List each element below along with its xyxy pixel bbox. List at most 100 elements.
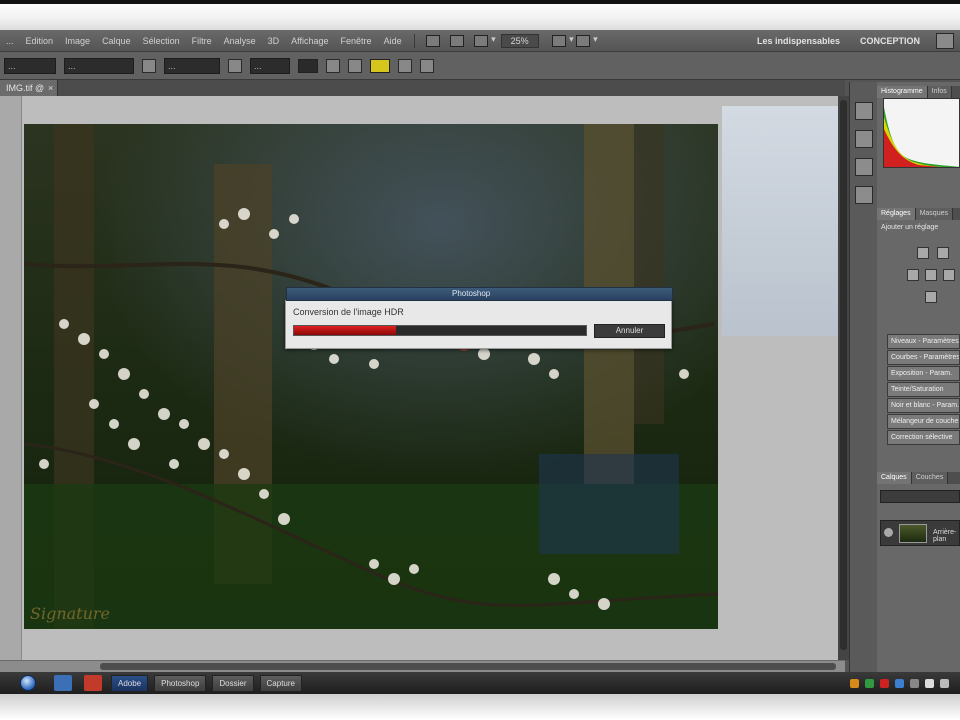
preset-item-curves[interactable]: Courbes - Paramètres [887,350,960,365]
font-size-field[interactable]: ... [164,57,220,74]
tray-icon[interactable] [910,678,919,688]
curves-icon[interactable] [907,269,919,281]
taskbar-task-second[interactable]: Photoshop [154,674,207,692]
menu-item-edit[interactable]: Edition [20,36,60,46]
vibrance-icon[interactable] [943,269,955,281]
hue-saturation-icon[interactable] [925,291,937,303]
actions-panel-icon[interactable] [855,130,873,148]
ie-icon[interactable] [54,675,72,691]
tab-masks[interactable]: Masques [915,208,953,220]
menu-item-window[interactable]: Fenêtre [335,36,378,46]
bridge-icon[interactable] [425,34,440,47]
dialog-titlebar[interactable]: Photoshop [286,287,673,301]
adjustment-icons [907,247,957,307]
taskbar-task-third[interactable]: Dossier [212,674,254,692]
screen-mode-icon[interactable] [575,34,598,47]
close-icon[interactable]: × [48,80,53,96]
align-center-icon[interactable] [326,58,340,73]
transition-ghost-image [722,106,840,336]
menu-item-3d[interactable]: 3D [262,36,286,46]
tab-adjustments[interactable]: Réglages [877,208,916,220]
document-tab-bar: IMG.tif @ 25% * × [0,80,845,109]
exposure-icon[interactable] [925,269,937,281]
tray-icon[interactable] [850,678,859,688]
histogram-curve [884,107,959,167]
horizontal-scrollbar[interactable] [0,660,845,672]
character-panel-icon[interactable] [420,58,434,73]
options-bar: ... ... ... ... [0,52,960,80]
start-button[interactable] [20,675,36,691]
brush-panel-icon[interactable] [855,158,873,176]
menu-item-select[interactable]: Sélection [137,36,186,46]
tab-histogram[interactable]: Histogramme [877,86,928,98]
menu-item-analysis[interactable]: Analyse [218,36,262,46]
dialog-message: Conversion de l'image HDR [293,307,404,317]
canvas-area[interactable]: Signature Photoshop Conversion de l'imag… [0,96,845,660]
preset-item-exposure[interactable]: Exposition - Param. [887,366,960,381]
vertical-scrollbar[interactable] [838,96,849,660]
tab-info[interactable]: Infos [927,86,952,98]
eye-icon[interactable] [884,528,893,537]
menu-item-image[interactable]: Image [59,36,96,46]
font-family-field[interactable]: ... [64,57,134,74]
histogram-panel-tabs: Histogramme Infos [877,86,960,98]
tray-icon[interactable] [895,678,904,688]
dialog-title: Photoshop [452,289,491,298]
network-icon[interactable] [940,678,949,688]
history-panel-icon[interactable] [855,102,873,120]
tray-icon[interactable] [880,678,889,688]
tab-layers[interactable]: Calques [877,472,912,484]
warp-text-icon[interactable] [398,58,412,73]
antialias-field[interactable]: ... [250,57,290,74]
layers-panel-tabs: Calques Couches [877,472,960,484]
layer-row[interactable]: Arrière-plan [880,520,960,546]
extras-icon[interactable] [473,34,496,47]
tool-preset-field[interactable]: ... [4,57,56,74]
tool-presets-icon[interactable] [855,186,873,204]
tab-channels[interactable]: Couches [911,472,949,484]
levels-icon[interactable] [937,247,949,259]
menu-item-layer[interactable]: Calque [96,36,137,46]
menu-item-file[interactable]: ... [0,36,20,46]
brightness-icon[interactable] [917,247,929,259]
align-right-icon[interactable] [348,58,362,73]
layer-thumbnail [899,524,927,543]
antialias-icon [228,58,242,73]
taskbar-task-fourth[interactable]: Capture [259,674,302,692]
menu-item-filter[interactable]: Filtre [186,36,218,46]
progress-bar [293,325,587,336]
vertical-ruler [0,96,22,660]
menu-item-view[interactable]: Affichage [285,36,334,46]
vertical-scroll-thumb[interactable] [840,100,847,650]
preset-item-black-white[interactable]: Noir et blanc - Param. [887,398,960,413]
preset-item-channel-mixer[interactable]: Mélangeur de couches [887,414,960,429]
workspace-design-link[interactable]: CONCEPTION [850,36,930,46]
zoom-level-field[interactable]: 25% [500,33,539,48]
cancel-button[interactable]: Annuler [594,324,665,338]
tray-icon[interactable] [865,678,874,688]
screen-bottom-bezel [0,694,960,720]
system-tray [847,678,960,688]
panel-dock-strip [849,82,877,672]
horizontal-scroll-thumb[interactable] [100,663,836,670]
arrange-documents-icon[interactable] [551,34,574,47]
preset-item-selective-color[interactable]: Correction sélective [887,430,960,445]
taskbar-task-photoshop[interactable]: Adobe [111,674,149,692]
screen-top-edge [0,0,960,4]
layer-name: Arrière-plan [933,529,957,543]
adjustments-title: Ajouter un réglage [881,224,939,231]
document-image[interactable]: Signature [24,124,718,629]
workspace-essentials-link[interactable]: Les indispensables [747,36,850,46]
preset-item-levels[interactable]: Niveaux - Paramètres [887,334,960,349]
app-icon[interactable] [84,675,102,691]
text-color-swatch[interactable] [370,58,390,73]
menu-item-help[interactable]: Aide [378,36,408,46]
photo-watermark: Signature [30,604,111,623]
progress-bar-fill [294,326,397,335]
align-left-icon[interactable] [298,58,318,73]
mini-bridge-icon[interactable] [449,34,464,47]
volume-icon[interactable] [925,678,934,688]
blend-mode-dropdown[interactable] [880,490,960,503]
preset-item-hue-saturation[interactable]: Teinte/Saturation [887,382,960,397]
cs-live-icon[interactable] [936,32,954,49]
